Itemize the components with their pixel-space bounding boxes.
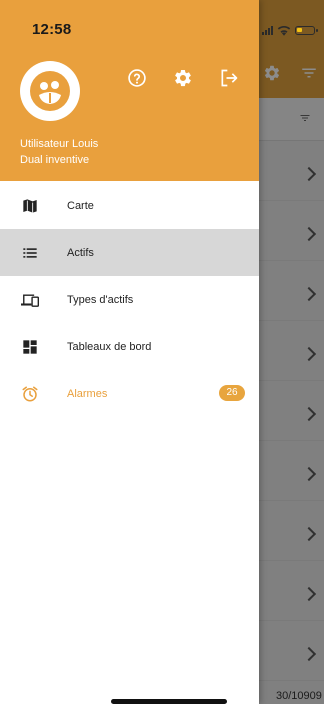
drawer-menu: Carte Actifs Types d'actifs Tableaux de … — [0, 182, 259, 417]
help-circle-icon[interactable] — [127, 68, 147, 88]
dashboard-icon — [21, 338, 39, 356]
menu-item-label: Tableaux de bord — [67, 340, 152, 353]
menu-item-carte[interactable]: Carte — [0, 182, 259, 229]
devices-icon — [21, 291, 39, 309]
wifi-icon — [277, 25, 291, 36]
menu-item-types-actifs[interactable]: Types d'actifs — [0, 276, 259, 323]
user-name: Utilisateur Louis — [20, 138, 99, 150]
home-indicator[interactable] — [111, 699, 227, 704]
cellular-signal-icon — [262, 25, 273, 35]
alarm-count-badge: 26 — [219, 385, 245, 401]
map-icon — [21, 197, 39, 215]
navigation-drawer: 12:58 Utilisateur Louis Dual inventive C… — [0, 0, 259, 704]
gear-icon[interactable] — [173, 68, 193, 88]
status-bar-icons — [262, 22, 318, 38]
menu-item-actifs[interactable]: Actifs — [0, 229, 259, 276]
menu-item-alarmes[interactable]: Alarmes 26 — [0, 370, 259, 417]
alarm-clock-icon — [21, 385, 39, 403]
list-icon — [21, 244, 39, 262]
menu-item-tableaux-de-bord[interactable]: Tableaux de bord — [0, 323, 259, 370]
battery-icon — [295, 25, 318, 35]
status-bar-time: 12:58 — [32, 21, 72, 38]
menu-item-label: Carte — [67, 199, 94, 212]
drawer-header: 12:58 Utilisateur Louis Dual inventive — [0, 0, 259, 181]
user-organization: Dual inventive — [20, 154, 90, 166]
menu-item-label: Alarmes — [67, 387, 108, 400]
avatar-logo-icon — [30, 71, 70, 111]
logout-icon[interactable] — [219, 68, 239, 88]
menu-item-label: Actifs — [67, 246, 94, 259]
menu-item-label: Types d'actifs — [67, 293, 134, 306]
avatar[interactable] — [20, 61, 80, 121]
